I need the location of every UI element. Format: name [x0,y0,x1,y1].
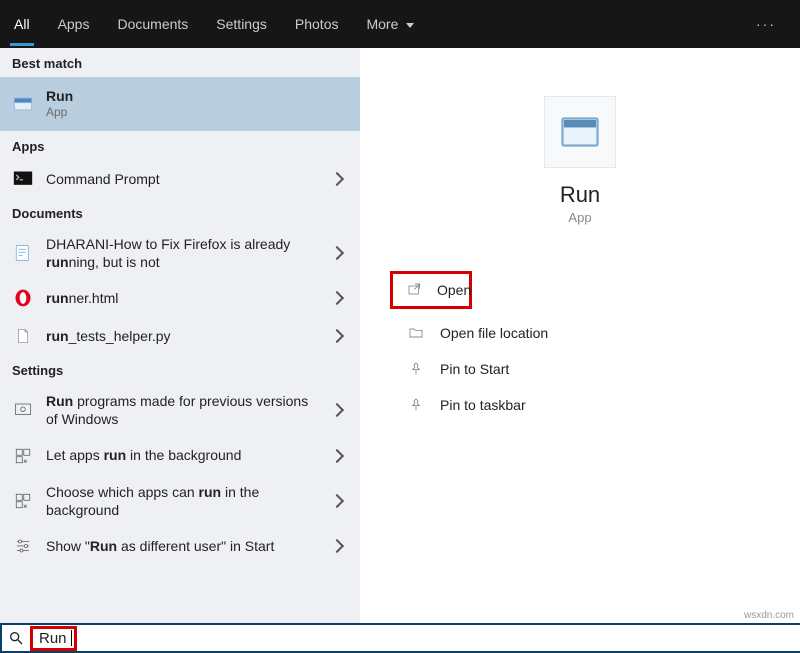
results-panel: Best match Run App Apps Command Prompt D… [0,48,360,623]
detail-actions: Open Open file location Pin to Start Pin… [384,271,776,423]
result-labels: Let apps run in the background [46,446,320,464]
folder-icon [406,323,426,343]
opera-icon [12,287,34,309]
result-title: run_tests_helper.py [46,327,320,345]
result-command-prompt[interactable]: Command Prompt [0,160,360,198]
file-icon [12,325,34,347]
result-title: Run [46,87,348,105]
result-title: Show "Run as different user" in Start [46,537,320,555]
detail-panel: Run App Open Open file location Pin t [360,48,800,623]
pin-icon [406,359,426,379]
terminal-icon [12,168,34,190]
result-labels: Command Prompt [46,170,320,188]
chevron-right-icon [330,246,344,260]
result-labels: Choose which apps can run in the backgro… [46,483,320,519]
result-run-app[interactable]: Run App [0,77,360,131]
chevron-right-icon [330,172,344,186]
detail-subtitle: App [384,210,776,225]
result-title: DHARANI-How to Fix Firefox is already ru… [46,235,320,271]
chevron-right-icon [330,539,344,553]
result-settings-background-apps[interactable]: Let apps run in the background [0,437,360,475]
tab-settings[interactable]: Settings [202,0,281,48]
search-input[interactable]: Run [35,629,71,648]
detail-header: Run App [384,96,776,225]
chevron-right-icon [330,291,344,305]
sliders-icon [12,535,34,557]
tab-documents[interactable]: Documents [103,0,202,48]
top-tab-bar: All Apps Documents Settings Photos More … [0,0,800,48]
result-doc-runner-html[interactable]: runner.html [0,279,360,317]
action-open-file-location[interactable]: Open file location [384,315,776,351]
search-icon [8,630,24,646]
chevron-right-icon [330,403,344,417]
result-title: Let apps run in the background [46,446,320,464]
result-title: Choose which apps can run in the backgro… [46,483,320,519]
chevron-right-icon [330,329,344,343]
result-subtitle: App [46,105,348,121]
main-content: Best match Run App Apps Command Prompt D… [0,48,800,623]
search-input-highlight: Run [30,626,77,651]
text-caret [71,630,72,646]
more-options-button[interactable]: ··· [742,16,790,32]
action-label: Open file location [440,325,548,341]
tab-label: More [366,16,398,32]
result-labels: Show "Run as different user" in Start [46,537,320,555]
background-apps-icon [12,490,34,512]
section-best-match: Best match [0,48,360,77]
result-doc-dharani[interactable]: DHARANI-How to Fix Firefox is already ru… [0,227,360,279]
tab-more[interactable]: More [352,0,428,48]
app-tile-icon [544,96,616,168]
action-open[interactable]: Open [390,271,472,309]
chevron-right-icon [330,448,344,462]
chevron-down-icon [406,23,414,28]
section-settings: Settings [0,355,360,384]
open-icon [407,280,423,300]
settings-icon [12,399,34,421]
note-icon [12,242,34,264]
result-labels: run_tests_helper.py [46,327,320,345]
pin-icon [406,395,426,415]
result-doc-run-tests-helper[interactable]: run_tests_helper.py [0,317,360,355]
result-labels: Run programs made for previous versions … [46,392,320,428]
background-apps-icon [12,445,34,467]
section-documents: Documents [0,198,360,227]
action-label: Pin to taskbar [440,397,526,413]
chevron-right-icon [330,494,344,508]
tab-all[interactable]: All [0,0,44,48]
tab-apps[interactable]: Apps [44,0,104,48]
search-bar[interactable]: Run [0,623,800,653]
section-apps: Apps [0,131,360,160]
result-settings-run-as-different-user[interactable]: Show "Run as different user" in Start [0,527,360,565]
result-labels: runner.html [46,289,320,307]
detail-title: Run [384,182,776,208]
watermark: wsxdn.com [744,610,794,621]
result-title: Command Prompt [46,170,320,188]
result-labels: DHARANI-How to Fix Firefox is already ru… [46,235,320,271]
action-pin-to-start[interactable]: Pin to Start [384,351,776,387]
run-icon [12,93,34,115]
result-settings-choose-background-apps[interactable]: Choose which apps can run in the backgro… [0,475,360,527]
action-pin-to-taskbar[interactable]: Pin to taskbar [384,387,776,423]
result-title: runner.html [46,289,320,307]
result-title: Run programs made for previous versions … [46,392,320,428]
action-label: Open [437,282,471,298]
result-labels: Run App [46,87,348,121]
tab-photos[interactable]: Photos [281,0,353,48]
action-label: Pin to Start [440,361,509,377]
result-settings-compat[interactable]: Run programs made for previous versions … [0,384,360,436]
